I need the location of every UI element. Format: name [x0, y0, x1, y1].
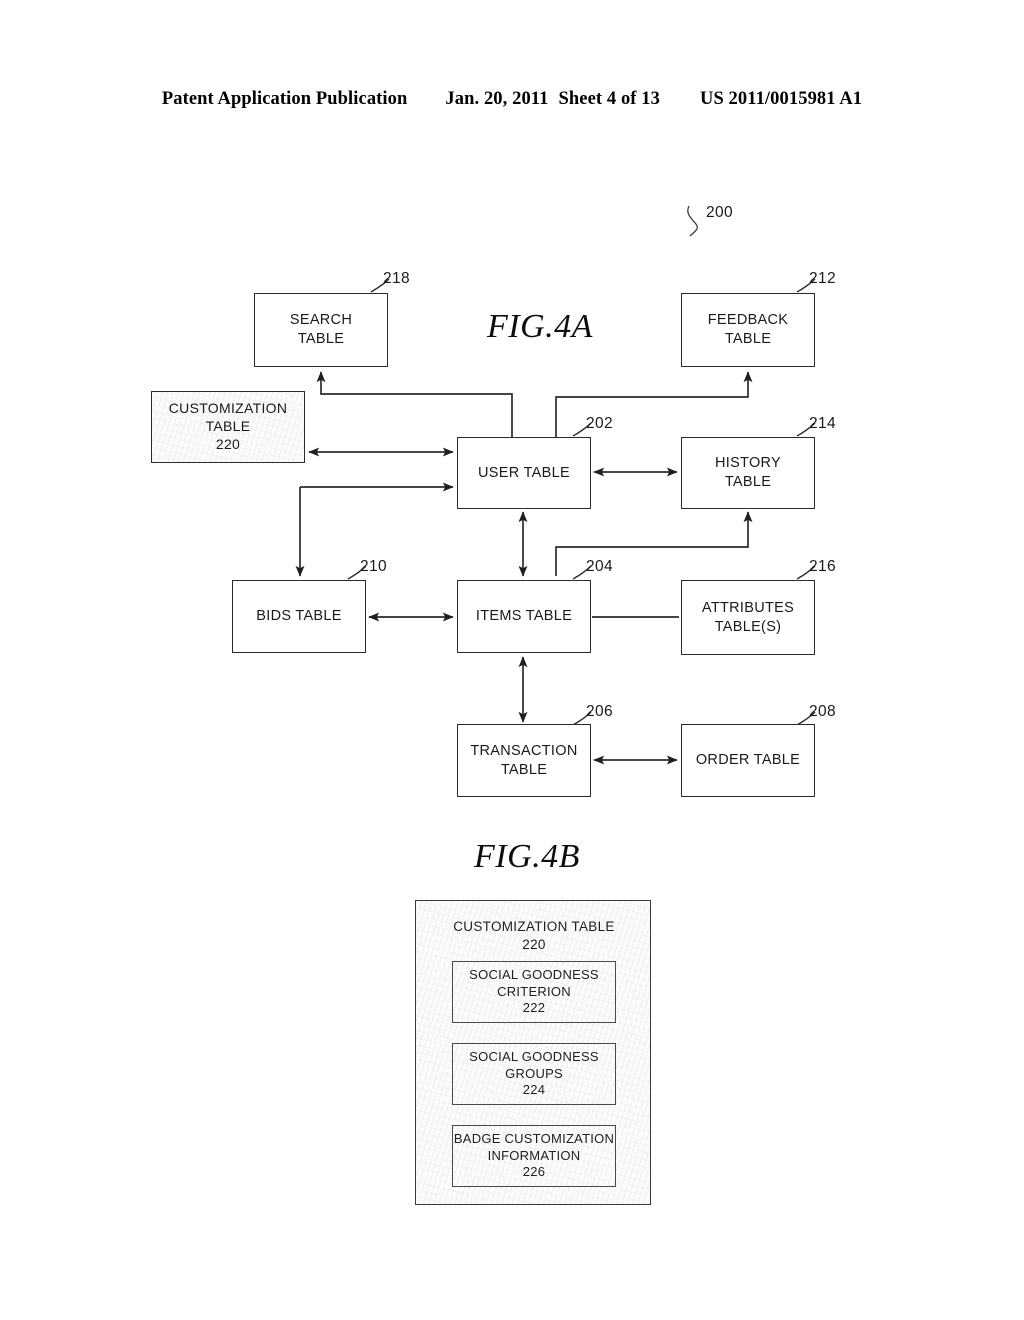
node-order-table-label: ORDER TABLE	[695, 752, 801, 769]
header-publication-title: Patent Application Publication	[161, 88, 408, 109]
fig4b-item-groups-line1: SOCIAL GOODNESS	[469, 1048, 599, 1064]
ref-label-208: 208	[809, 703, 837, 720]
fig4a-caption: FIG.4A	[487, 308, 593, 345]
fig4b-item-badge-ref: 226	[522, 1164, 546, 1180]
node-transaction-table-line2: TABLE	[500, 761, 548, 778]
fig4b-container-title: CUSTOMIZATION TABLE	[453, 919, 615, 934]
leader-200	[687, 205, 698, 237]
fig4b-item-badge-customization-information[interactable]: BADGE CUSTOMIZATION INFORMATION 226	[452, 1125, 616, 1187]
fig4b-item-criterion-ref: 222	[522, 1000, 546, 1016]
fig4b-item-social-goodness-criterion[interactable]: SOCIAL GOODNESS CRITERION 222	[452, 961, 616, 1023]
header-publication-date: Jan. 20, 2011	[445, 88, 549, 109]
fig4b-container-ref: 220	[522, 936, 546, 952]
node-search-table[interactable]: SEARCH TABLE	[254, 293, 388, 367]
node-attributes-table-line2: TABLE(S)	[714, 618, 782, 635]
fig4b-item-badge-line1: BADGE CUSTOMIZATION	[453, 1130, 615, 1146]
node-user-table-label: USER TABLE	[478, 464, 570, 481]
ref-label-200: 200	[706, 204, 734, 221]
node-customization-table-line1: CUSTOMIZATION	[168, 400, 288, 417]
node-attributes-table[interactable]: ATTRIBUTES TABLE(S)	[681, 580, 815, 655]
node-feedback-table-line1: FEEDBACK	[707, 312, 789, 329]
node-attributes-table-line1: ATTRIBUTES	[701, 599, 795, 616]
arrow-user-to-search	[316, 371, 513, 437]
fig4b-item-groups-ref: 224	[522, 1082, 546, 1098]
fig4b-item-criterion-line2: CRITERION	[497, 983, 571, 999]
node-search-table-line1: SEARCH	[289, 312, 353, 329]
ref-label-214: 214	[809, 415, 837, 432]
fig4b-container-heading: CUSTOMIZATION TABLE 220	[416, 918, 652, 954]
node-history-table-line1: HISTORY	[714, 455, 782, 472]
fig4b-item-social-goodness-groups[interactable]: SOCIAL GOODNESS GROUPS 224	[452, 1043, 616, 1105]
fig4b-caption: FIG.4B	[474, 838, 580, 875]
node-customization-table-line2: TABLE	[205, 418, 251, 435]
header-sheet-number: Sheet 4 of 13	[558, 88, 660, 109]
node-search-table-line2: TABLE	[297, 331, 345, 347]
fig4b-item-badge-line2: INFORMATION	[487, 1147, 581, 1163]
node-transaction-table-line1: TRANSACTION	[470, 742, 578, 759]
arrow-items-to-history	[555, 511, 753, 576]
node-feedback-table[interactable]: FEEDBACK TABLE	[681, 293, 815, 367]
node-history-table[interactable]: HISTORY TABLE	[681, 437, 815, 509]
ref-label-202: 202	[586, 415, 614, 432]
node-items-table[interactable]: ITEMS TABLE	[457, 580, 591, 653]
ref-label-204: 204	[586, 558, 614, 575]
ref-label-212: 212	[809, 270, 837, 287]
ref-label-210: 210	[360, 558, 388, 575]
fig4b-customization-table-container[interactable]: CUSTOMIZATION TABLE 220 SOCIAL GOODNESS …	[415, 900, 651, 1205]
fig4b-item-criterion-line1: SOCIAL GOODNESS	[469, 966, 599, 982]
node-order-table[interactable]: ORDER TABLE	[681, 724, 815, 797]
ref-label-216: 216	[809, 558, 837, 575]
header-patent-number: US 2011/0015981 A1	[699, 88, 863, 109]
ref-label-218: 218	[383, 270, 411, 287]
node-history-table-line2: TABLE	[724, 474, 772, 490]
node-transaction-table[interactable]: TRANSACTION TABLE	[457, 724, 591, 797]
node-bids-table-label: BIDS TABLE	[256, 608, 342, 625]
arrow-user-to-feedback	[555, 371, 753, 437]
node-customization-table-ref: 220	[215, 435, 241, 452]
node-bids-table[interactable]: BIDS TABLE	[232, 580, 366, 653]
fig4b-item-groups-line2: GROUPS	[505, 1065, 563, 1081]
page-header: Patent Application Publication Jan. 20, …	[0, 84, 1024, 114]
node-customization-table[interactable]: CUSTOMIZATION TABLE 220	[151, 391, 305, 463]
ref-label-206: 206	[586, 703, 614, 720]
node-items-table-label: ITEMS TABLE	[475, 608, 573, 625]
node-user-table[interactable]: USER TABLE	[457, 437, 591, 509]
node-feedback-table-line2: TABLE	[724, 331, 772, 347]
